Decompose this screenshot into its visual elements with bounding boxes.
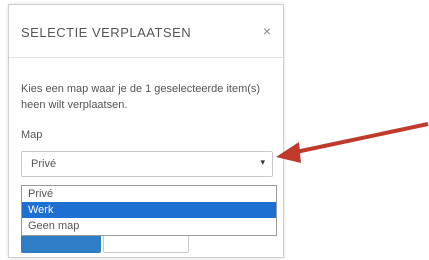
annotation-arrow-icon (276, 122, 429, 163)
